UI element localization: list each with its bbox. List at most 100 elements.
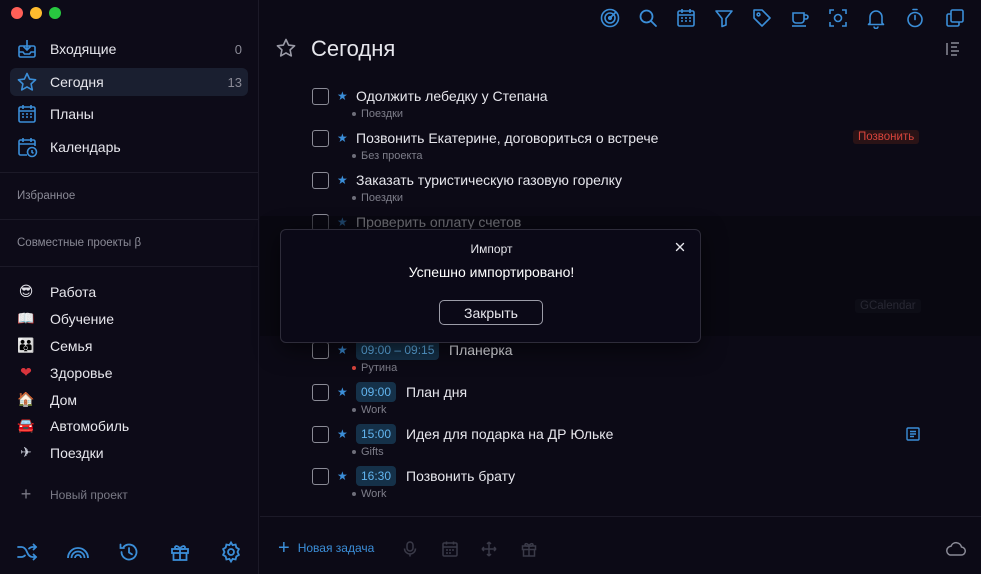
star-icon [16, 71, 38, 93]
project-label: Обучение [50, 311, 115, 327]
calendar-icon[interactable] [675, 7, 697, 29]
note-icon[interactable] [905, 426, 921, 442]
task-row[interactable]: ★ 09:00 – 09:15 Планерка Рутина [312, 340, 932, 382]
close-window-button[interactable] [11, 7, 23, 19]
sidebar-item-today[interactable]: Сегодня 13 [10, 68, 248, 96]
task-project: Work [352, 488, 386, 500]
task-row[interactable]: ★ 15:00 Идея для подарка на ДР Юльке Gif… [312, 424, 932, 466]
task-title: Проверить оплату счетов [356, 214, 522, 230]
call-tag[interactable]: Позвонить [853, 130, 920, 144]
dialog-message: Успешно импортировано! [408, 264, 575, 280]
radar-icon[interactable] [599, 7, 621, 29]
time-badge: 09:00 [356, 382, 397, 402]
new-project-button[interactable]: + Новый проект [17, 484, 128, 505]
star-icon: ★ [337, 89, 348, 103]
import-dialog: Импорт Успешно импортировано! Закрыть [280, 229, 701, 343]
sunglasses-emoji-icon: 😎 [18, 284, 34, 300]
cloud-icon[interactable] [944, 541, 966, 557]
timer-icon[interactable] [904, 7, 926, 29]
minimize-window-button[interactable] [30, 7, 42, 19]
task-title: План дня [406, 384, 468, 400]
task-project: Поездки [352, 108, 403, 120]
task-checkbox[interactable] [312, 384, 329, 401]
task-row[interactable]: ★ Заказать туристическую газовую горелку… [312, 172, 932, 212]
gift-icon[interactable] [168, 540, 192, 564]
project-item-health[interactable]: ❤ Здоровье [17, 361, 113, 385]
sidebar-item-calendar[interactable]: Календарь [10, 133, 248, 161]
star-outline-icon [275, 37, 297, 59]
star-icon: ★ [337, 385, 348, 399]
move-icon[interactable] [480, 540, 498, 558]
sidebar-item-label: Календарь [50, 139, 121, 155]
count-badge: 0 [234, 41, 242, 57]
top-toolbar [260, 0, 981, 36]
star-icon: ★ [337, 173, 348, 187]
sidebar-item-label: Сегодня [50, 74, 104, 90]
task-project: Поездки [352, 192, 403, 204]
project-item-car[interactable]: 🚘 Автомобиль [17, 414, 129, 438]
gear-icon[interactable] [219, 540, 243, 564]
shared-projects-section-label[interactable]: Совместные проекты β [17, 237, 141, 249]
task-project-label: Work [361, 404, 387, 416]
task-title: Одолжить лебедку у Степана [356, 88, 548, 104]
project-dot [352, 492, 356, 496]
car-emoji-icon: 🚘 [17, 418, 35, 434]
calendar-icon[interactable] [441, 540, 459, 558]
task-row[interactable]: ★ Одолжить лебедку у Степана Поездки [312, 88, 932, 128]
microphone-icon[interactable] [401, 540, 419, 558]
project-item-work[interactable]: 😎 Работа [17, 280, 97, 304]
task-project: Без проекта [352, 150, 422, 162]
shuffle-icon[interactable] [15, 540, 39, 564]
favorites-section-label[interactable]: Избранное [17, 190, 75, 202]
history-icon[interactable] [117, 540, 141, 564]
dialog-title: Импорт [470, 242, 513, 256]
filter-icon[interactable] [713, 7, 735, 29]
task-row[interactable]: ★ 09:00 План дня Work [312, 382, 932, 424]
task-project-label: Gifts [361, 446, 384, 458]
bell-icon[interactable] [865, 7, 887, 29]
project-label: Автомобиль [50, 418, 130, 434]
book-emoji-icon: 📖 [17, 311, 35, 327]
window-controls [11, 7, 61, 19]
project-item-home[interactable]: 🏠 Дом [17, 388, 77, 412]
list-view-icon[interactable] [944, 41, 962, 57]
task-project-label: Рутина [361, 362, 398, 374]
page-title: Сегодня [311, 36, 396, 61]
project-item-family[interactable]: 👪 Семья [17, 334, 92, 358]
task-checkbox[interactable] [312, 342, 329, 359]
close-icon[interactable] [672, 239, 688, 255]
task-row[interactable]: ★ 16:30 Позвонить брату Work [312, 466, 932, 508]
task-checkbox[interactable] [312, 172, 329, 189]
project-label: Здоровье [50, 365, 113, 381]
close-button[interactable]: Закрыть [439, 300, 543, 325]
gift-icon[interactable] [520, 540, 538, 558]
project-dot [352, 450, 356, 454]
plus-icon: + [278, 537, 290, 559]
task-title: Идея для подарка на ДР Юльке [406, 426, 614, 442]
focus-icon[interactable] [827, 7, 849, 29]
star-icon: ★ [337, 131, 348, 145]
airplane-emoji-icon: ✈ [20, 445, 32, 461]
task-title: Заказать туристическую газовую горелку [356, 172, 622, 188]
house-emoji-icon: 🏠 [17, 392, 35, 408]
tag-icon[interactable] [751, 7, 773, 29]
task-row[interactable]: ★ Позвонить Екатерине, договориться о вс… [312, 130, 932, 170]
mug-icon[interactable] [789, 7, 811, 29]
zoom-window-button[interactable] [49, 7, 61, 19]
task-project: Gifts [352, 446, 384, 458]
project-item-trips[interactable]: ✈ Поездки [17, 441, 103, 465]
new-task-button[interactable]: + Новая задача [278, 537, 374, 559]
task-checkbox[interactable] [312, 130, 329, 147]
task-checkbox[interactable] [312, 426, 329, 443]
sidebar-item-inbox[interactable]: Входящие 0 [10, 35, 248, 63]
project-dot [352, 112, 356, 116]
project-item-study[interactable]: 📖 Обучение [17, 307, 114, 331]
task-title: Позвонить Екатерине, договориться о встр… [356, 130, 659, 146]
rainbow-icon[interactable] [66, 540, 90, 564]
gcalendar-tag[interactable]: GCalendar [855, 299, 921, 313]
task-checkbox[interactable] [312, 468, 329, 485]
sidebar-item-plans[interactable]: Планы [10, 100, 248, 128]
copy-icon[interactable] [944, 7, 966, 29]
task-checkbox[interactable] [312, 88, 329, 105]
search-icon[interactable] [637, 7, 659, 29]
